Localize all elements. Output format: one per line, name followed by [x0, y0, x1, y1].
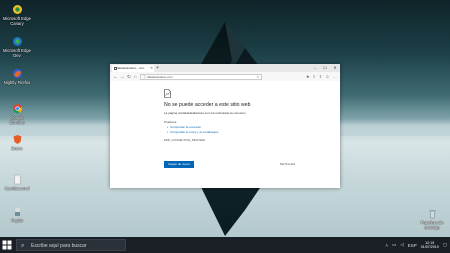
suggestion-link[interactable]: Comprobar el proxy y el cortafuegos [167, 130, 218, 135]
error-description: La página notdatabataltalnsss.com ha rec… [164, 111, 247, 115]
maximize-button[interactable]: ☐ [320, 64, 330, 72]
window-controls: – ☐ ✕ [310, 64, 340, 72]
edge-dev-icon [12, 37, 22, 46]
desktop-icon-label: Brave [11, 146, 23, 151]
tab-bar: dataletaisdoso - urru ✕ + – ☐ ✕ [110, 64, 340, 72]
info-icon: ⓘ [142, 74, 147, 79]
error-code: ERR_CONNECTION_REFUSED [164, 138, 206, 142]
edge-canary-icon [12, 5, 22, 14]
desktop-icon-edge-dev[interactable]: Microsoft Edge Dev [3, 36, 31, 58]
toolbar-actions: ★ ≡ ⇪ ☺ … [306, 72, 337, 81]
pepito-icon [14, 207, 20, 216]
profile-icon[interactable]: ☺ [326, 72, 330, 81]
more-icon[interactable]: … [333, 72, 337, 81]
reload-button[interactable]: Cargar de nuevo [164, 161, 194, 168]
favorite-star-icon[interactable]: ☆ [256, 72, 260, 81]
file-icon [13, 174, 21, 185]
browser-window: dataletaisdoso - urru ✕ + – ☐ ✕ ← → ↻ ⌂ … [110, 64, 340, 188]
suggestion-list: Comprobar la conexión Comprobar el proxy… [167, 125, 218, 134]
error-title: No se puede acceder a este sitio web [164, 102, 251, 108]
broken-page-icon [164, 89, 171, 98]
reading-list-icon[interactable]: ≡ [313, 72, 315, 81]
recycle-bin-icon [429, 210, 435, 219]
desktop-icon-recycle-bin[interactable]: Papelera de reciclaje [418, 208, 446, 230]
minimize-button[interactable]: – [310, 64, 320, 72]
address-bar[interactable]: ⓘ dataletaisdoso.com [140, 73, 262, 80]
clock-date: 01/07/2019 [420, 245, 439, 249]
desktop-icon-cmd[interactable]: Cambiar.cmd [3, 174, 31, 191]
windows-start-icon[interactable] [2, 240, 12, 250]
desktop-icon-brave[interactable]: Brave [3, 134, 31, 151]
desktop-icon-label: Cambiar.cmd [4, 186, 30, 191]
share-icon[interactable]: ⇪ [319, 72, 322, 81]
chevron-up-icon[interactable]: ˄ [385, 243, 388, 248]
brave-icon [13, 135, 21, 144]
forward-icon[interactable]: → [120, 72, 125, 81]
new-tab-button[interactable]: + [156, 64, 159, 72]
back-icon[interactable]: ← [113, 72, 118, 81]
browser-tab[interactable]: dataletaisdoso - urru ✕ [112, 65, 154, 72]
desktop-icon-label: Nightly Firefox [3, 80, 31, 85]
notification-icon[interactable]: ▢ [443, 242, 447, 248]
desktop-icon-firefox[interactable]: Nightly Firefox [3, 68, 31, 85]
system-tray: ˄ ▭ ◁ ESP 12:19 01/07/2019 ▢ [385, 237, 447, 253]
desktop-icon-edge-canary[interactable]: Microsoft Edge Canary [3, 4, 31, 26]
desktop-icon-label: Microsoft Edge Dev [3, 48, 31, 58]
close-tab-icon[interactable]: ✕ [150, 65, 153, 72]
refresh-icon[interactable]: ↻ [127, 72, 131, 81]
taskbar: ⌕ Escribe aquí para buscar ˄ ▭ ◁ ESP 12:… [0, 237, 450, 253]
favorites-icon[interactable]: ★ [306, 72, 310, 81]
network-icon[interactable]: ▭ [392, 242, 396, 248]
tab-title: dataletaisdoso - urru [117, 66, 145, 70]
volume-icon[interactable]: ◁ [400, 242, 403, 248]
close-button[interactable]: ✕ [330, 64, 340, 72]
home-icon[interactable]: ⌂ [134, 72, 137, 81]
taskbar-search[interactable]: ⌕ Escribe aquí para buscar [16, 239, 126, 251]
page-icon [113, 67, 117, 70]
search-placeholder: Escribe aquí para buscar [31, 243, 87, 249]
details-button[interactable]: DETALLES [280, 161, 295, 168]
chrome-icon [12, 104, 22, 114]
search-icon: ⌕ [21, 243, 25, 249]
desktop-icon-label: Google Chrome [9, 115, 25, 125]
error-page: No se puede acceder a este sitio web La … [110, 81, 340, 188]
address-text: dataletaisdoso.com [147, 74, 173, 79]
desktop-icon-label: Microsoft Edge Canary [3, 16, 31, 26]
desktop-icon-chrome[interactable]: Google Chrome [3, 103, 31, 125]
clock[interactable]: 12:19 01/07/2019 [421, 241, 439, 250]
desktop-icon-pepito[interactable]: Pepito [3, 206, 31, 223]
try-label: Prueba a: [164, 120, 178, 124]
desktop-icon-label: Papelera de reciclaje [420, 220, 444, 230]
firefox-icon [12, 69, 22, 78]
desktop-icon-label: Pepito [11, 218, 23, 223]
language-indicator[interactable]: ESP [408, 243, 417, 248]
